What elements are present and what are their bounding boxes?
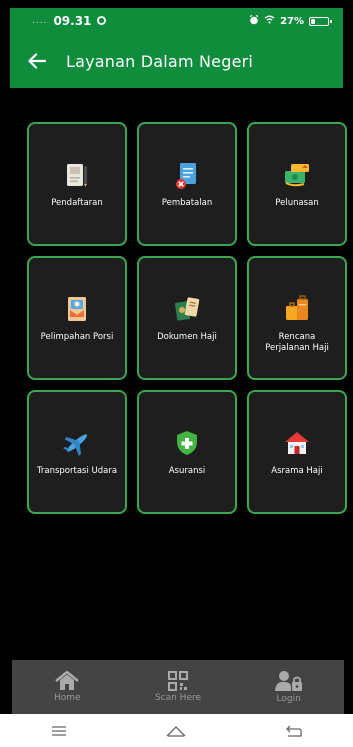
status-bar: .... 09.31 27% <box>10 8 343 34</box>
system-navigation-bar <box>0 714 353 747</box>
menu-tile-pendaftaran[interactable]: Pendaftaran <box>27 122 127 246</box>
menu-tile-rencana-perjalanan-haji[interactable]: Rencana Perjalanan Haji <box>247 256 347 380</box>
page-title: Layanan Dalam Negeri <box>66 51 254 71</box>
status-time: 09.31 <box>53 14 92 28</box>
menu-label: Pembatalan <box>161 198 213 208</box>
back-button[interactable] <box>10 34 64 88</box>
service-grid: Pendaftaran Pembatalan Pelunasan Pelimpa… <box>27 122 347 514</box>
menu-label: Dokumen Haji <box>157 332 217 342</box>
menu-label: Pelunasan <box>275 198 319 208</box>
qr-scan-icon <box>167 671 188 691</box>
battery-icon <box>309 16 332 26</box>
dormitory-icon <box>280 426 314 460</box>
menu-label: Rencana Perjalanan Haji <box>265 332 329 354</box>
wifi-icon <box>264 15 275 27</box>
home-icon <box>55 671 80 690</box>
transfer-quota-icon <box>60 292 94 326</box>
nav-scan[interactable]: Scan Here <box>133 671 223 703</box>
app-header: Layanan Dalam Negeri <box>10 34 343 88</box>
home-system-button[interactable] <box>156 719 196 743</box>
cancellation-icon <box>170 158 204 192</box>
arrow-left-icon <box>28 53 46 69</box>
insurance-shield-icon <box>170 426 204 460</box>
menu-label: Asuransi <box>168 466 206 476</box>
registration-icon <box>60 158 94 192</box>
menu-tile-asuransi[interactable]: Asuransi <box>137 390 237 514</box>
travel-plan-icon <box>280 292 314 326</box>
nav-home[interactable]: Home <box>22 671 112 703</box>
alarm-icon <box>249 14 259 28</box>
app-screen: .... 09.31 27% Layanan Dalam Negeri Pend… <box>0 0 353 747</box>
nav-login[interactable]: Login <box>244 670 334 704</box>
menu-label: Pendaftaran <box>51 198 103 208</box>
bottom-navigation: Home Scan Here Login <box>12 660 344 714</box>
back-system-button[interactable] <box>274 719 314 743</box>
nav-label: Home <box>54 693 81 703</box>
menu-lines-icon <box>51 725 66 736</box>
signal-dots: .... <box>32 16 48 26</box>
notification-icon <box>97 14 107 28</box>
menu-tile-transportasi-udara[interactable]: Transportasi Udara <box>27 390 127 514</box>
airplane-icon <box>60 426 94 460</box>
hajj-document-icon <box>170 292 204 326</box>
payment-icon <box>280 158 314 192</box>
nav-label: Scan Here <box>154 693 202 703</box>
menu-label: Transportasi Udara <box>36 466 118 476</box>
menu-tile-dokumen-haji[interactable]: Dokumen Haji <box>137 256 237 380</box>
menu-tile-pelunasan[interactable]: Pelunasan <box>247 122 347 246</box>
home-outline-icon <box>167 725 186 737</box>
menu-tile-pembatalan[interactable]: Pembatalan <box>137 122 237 246</box>
nav-label: Login <box>276 694 301 704</box>
menu-tile-asrama-haji[interactable]: Asrama Haji <box>247 390 347 514</box>
recents-button[interactable] <box>39 719 79 743</box>
user-lock-icon <box>274 671 302 691</box>
return-arrow-icon <box>286 725 302 737</box>
menu-label: Asrama Haji <box>271 466 323 476</box>
battery-percent: 27% <box>280 15 304 27</box>
menu-label: Pelimpahan Porsi <box>40 332 114 342</box>
menu-tile-pelimpahan-porsi[interactable]: Pelimpahan Porsi <box>27 256 127 380</box>
